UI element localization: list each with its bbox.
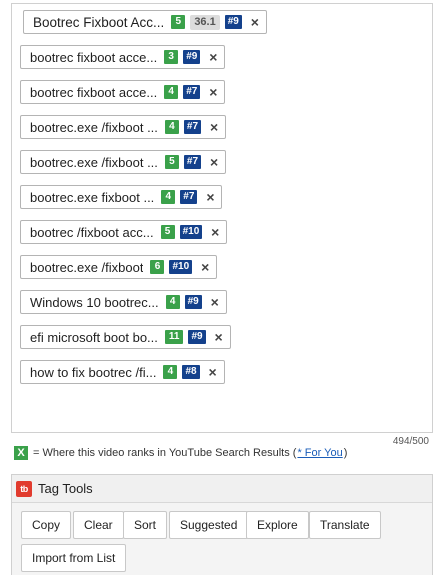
tag-item[interactable]: Bootrec Fixboot Acc... 5 36.1 #9 × <box>23 10 267 34</box>
tag-text: bootrec fixboot acce... <box>30 49 158 65</box>
position-badge: #10 <box>169 260 193 274</box>
legend-close-paren: ) <box>343 447 348 459</box>
tag-character-counter: 494/500 <box>392 436 429 447</box>
position-badge: #9 <box>184 295 202 309</box>
tag-text: bootrec.exe /fixboot <box>30 259 144 275</box>
rank-badge: 11 <box>164 330 184 344</box>
tag-item[interactable]: efi microsoft boot bo... 11 #9 × <box>20 325 231 349</box>
position-badge: #7 <box>183 155 202 169</box>
position-badge: #7 <box>183 85 201 99</box>
tag-item[interactable]: bootrec fixboot acce... 4 #7 × <box>20 80 226 104</box>
remove-tag-icon[interactable]: × <box>214 330 224 344</box>
remove-tag-icon[interactable]: × <box>208 85 218 99</box>
tag-text: bootrec /fixboot acc... <box>30 224 154 240</box>
tag-text: Windows 10 bootrec... <box>30 294 159 310</box>
rank-badge: 5 <box>164 155 179 169</box>
copy-button[interactable]: Copy <box>21 511 72 539</box>
rank-badge: 4 <box>164 120 179 134</box>
remove-tag-icon[interactable]: × <box>208 50 218 64</box>
rank-badge: 5 <box>160 225 175 239</box>
rank-legend: X = Where this video ranks in YouTube Se… <box>14 445 347 461</box>
rank-badge: 4 <box>165 295 180 309</box>
tag-item[interactable]: bootrec /fixboot acc... 5 #10 × <box>20 220 228 244</box>
remove-tag-icon[interactable]: × <box>205 190 215 204</box>
import-from-list-button[interactable]: Import from List <box>21 544 127 572</box>
explore-button[interactable]: Explore <box>246 511 309 539</box>
remove-tag-icon[interactable]: × <box>208 365 218 379</box>
tag-text: bootrec.exe /fixboot ... <box>30 154 158 170</box>
rank-badge: 6 <box>150 260 165 274</box>
tag-text: bootrec.exe fixboot ... <box>30 189 155 205</box>
for-you-link[interactable]: * For You <box>297 447 342 459</box>
tag-item[interactable]: bootrec fixboot acce... 3 #9 × <box>20 45 226 69</box>
legend-text: = Where this video ranks in YouTube Sear… <box>33 447 297 459</box>
tag-item[interactable]: bootrec.exe /fixboot 6 #10 × <box>20 255 218 279</box>
tag-tools-panel: tb Tag Tools Copy Clear Sort Suggested E… <box>11 474 433 575</box>
tag-text: efi microsoft boot bo... <box>30 329 158 345</box>
translate-button[interactable]: Translate <box>309 511 381 539</box>
tag-item[interactable]: how to fix bootrec /fi... 4 #8 × <box>20 360 225 384</box>
tag-text: bootrec.exe /fixboot ... <box>30 119 158 135</box>
position-badge: #7 <box>183 120 202 134</box>
tag-tools-header: tb Tag Tools <box>12 475 432 503</box>
tag-text: how to fix bootrec /fi... <box>30 364 157 380</box>
remove-tag-icon[interactable]: × <box>209 155 219 169</box>
position-badge: #9 <box>183 50 201 64</box>
position-badge: #10 <box>179 225 203 239</box>
rank-badge: 4 <box>163 365 178 379</box>
remove-tag-icon[interactable]: × <box>250 15 260 29</box>
remove-tag-icon[interactable]: × <box>209 120 219 134</box>
position-badge: #8 <box>182 365 200 379</box>
position-badge: #9 <box>224 15 242 29</box>
tag-item[interactable]: Windows 10 bootrec... 4 #9 × <box>20 290 227 314</box>
rank-badge: 5 <box>171 15 186 29</box>
rank-badge: 4 <box>164 85 179 99</box>
remove-tag-icon[interactable]: × <box>210 295 220 309</box>
suggested-button[interactable]: Suggested <box>169 511 249 539</box>
position-badge: #7 <box>180 190 198 204</box>
score-badge: 36.1 <box>190 14 220 30</box>
rank-badge: 4 <box>161 190 176 204</box>
remove-tag-icon[interactable]: × <box>200 260 210 274</box>
tubebuddy-logo-icon: tb <box>16 480 32 497</box>
sort-button[interactable]: Sort <box>123 511 168 539</box>
tag-tools-title: Tag Tools <box>38 481 93 496</box>
tag-item[interactable]: bootrec.exe /fixboot ... 4 #7 × <box>20 115 227 139</box>
remove-tag-icon[interactable]: × <box>210 225 220 239</box>
position-badge: #9 <box>188 330 206 344</box>
legend-rank-badge: X <box>14 446 28 460</box>
rank-badge: 3 <box>164 50 179 64</box>
tag-text: Bootrec Fixboot Acc... <box>33 14 165 30</box>
clear-button[interactable]: Clear <box>73 511 124 539</box>
tag-list-box[interactable]: Bootrec Fixboot Acc... 5 36.1 #9 × bootr… <box>11 3 433 433</box>
tag-item[interactable]: bootrec.exe fixboot ... 4 #7 × <box>20 185 223 209</box>
tag-item[interactable]: bootrec.exe /fixboot ... 5 #7 × <box>20 150 227 174</box>
tag-text: bootrec fixboot acce... <box>30 84 158 100</box>
